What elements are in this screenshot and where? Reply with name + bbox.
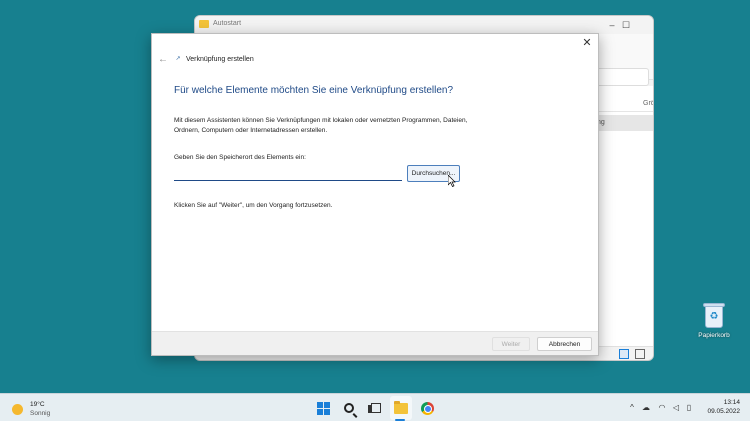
location-input[interactable] bbox=[174, 165, 402, 181]
location-label: Geben Sie den Speicherort des Elements e… bbox=[174, 154, 306, 161]
sun-icon bbox=[12, 404, 23, 415]
wifi-icon[interactable]: ◠ bbox=[657, 402, 667, 414]
dialog-heading: Für welche Elemente möchten Sie eine Ver… bbox=[174, 85, 454, 96]
battery-icon[interactable]: ▯ bbox=[684, 402, 694, 414]
dialog-title: Verknüpfung erstellen bbox=[186, 56, 254, 63]
explorer-search-input[interactable] bbox=[593, 68, 649, 86]
explorer-title: Autostart bbox=[213, 20, 242, 27]
minimize-icon[interactable]: – bbox=[605, 18, 619, 32]
selected-file-row[interactable]: ng bbox=[597, 115, 653, 131]
continue-hint: Klicken Sie auf "Weiter", um den Vorgang… bbox=[174, 202, 333, 209]
speaker-icon[interactable]: ◁ bbox=[671, 402, 681, 414]
chevron-up-icon[interactable]: ^ bbox=[627, 402, 637, 414]
dialog-footer: Weiter Abbrechen bbox=[152, 331, 598, 355]
tiles-view-icon[interactable] bbox=[635, 349, 645, 359]
task-view-icon[interactable] bbox=[366, 400, 382, 416]
maximize-icon[interactable]: ☐ bbox=[619, 18, 633, 32]
clock-date: 09.05.2022 bbox=[707, 408, 740, 415]
recycle-bin[interactable]: ♻ Papierkorb bbox=[693, 302, 735, 346]
search-icon[interactable] bbox=[341, 400, 357, 416]
details-view-icon[interactable] bbox=[619, 349, 629, 359]
chrome-icon[interactable] bbox=[419, 400, 435, 416]
back-arrow-icon[interactable]: ← bbox=[156, 54, 170, 66]
recycle-bin-icon: ♻ bbox=[703, 302, 725, 328]
create-shortcut-dialog: ✕ ← ↗ Verknüpfung erstellen Für welche E… bbox=[151, 33, 599, 356]
weather-temperature: 19°C bbox=[30, 401, 45, 408]
windows-start-icon[interactable] bbox=[315, 400, 331, 416]
cancel-button[interactable]: Abbrechen bbox=[537, 337, 592, 351]
mouse-cursor-icon bbox=[448, 175, 456, 187]
clock-time: 13:14 bbox=[723, 399, 740, 406]
clock[interactable]: 13:14 09.05.2022 bbox=[707, 398, 740, 416]
column-header-size[interactable]: Grö bbox=[597, 96, 653, 112]
weather-widget[interactable]: 19°C Sonnig bbox=[12, 399, 72, 419]
explorer-titlebar[interactable]: Autostart – ☐ bbox=[195, 16, 653, 34]
file-explorer-icon[interactable] bbox=[393, 400, 409, 416]
next-button[interactable]: Weiter bbox=[492, 337, 530, 351]
weather-condition: Sonnig bbox=[30, 410, 51, 417]
folder-icon bbox=[199, 20, 209, 28]
close-icon[interactable]: ✕ bbox=[580, 36, 594, 50]
recycle-bin-label: Papierkorb bbox=[698, 332, 730, 339]
shortcut-icon: ↗ bbox=[175, 56, 181, 62]
dialog-description: Mit diesem Assistenten können Sie Verknü… bbox=[174, 117, 468, 134]
cloud-icon[interactable]: ☁ bbox=[641, 402, 651, 414]
taskbar: 19°C Sonnig ^ ☁ ◠ ◁ ▯ 13:14 09.05.2022 bbox=[0, 393, 750, 421]
